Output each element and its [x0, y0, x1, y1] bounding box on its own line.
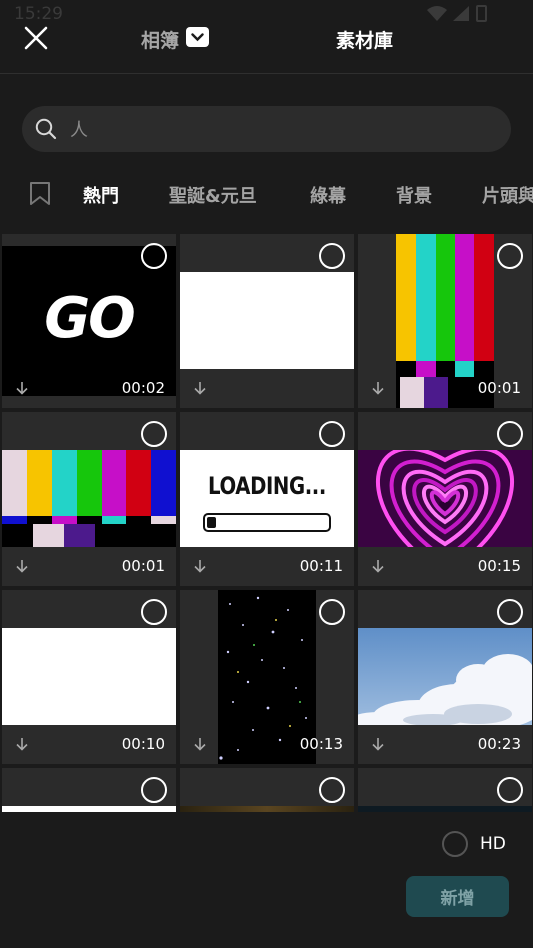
duration-label: 00:01 — [121, 557, 165, 575]
select-checkbox[interactable] — [141, 777, 167, 803]
thumbnail — [358, 450, 532, 547]
media-tile[interactable]: GO 00:02 — [2, 234, 176, 408]
bookmark-icon[interactable] — [29, 181, 51, 206]
loading-bar — [203, 513, 331, 532]
close-icon[interactable] — [22, 24, 50, 52]
thumbnail — [2, 450, 176, 547]
select-checkbox[interactable] — [141, 599, 167, 625]
media-tile[interactable] — [358, 768, 532, 812]
download-icon[interactable] — [193, 737, 207, 751]
top-bar: 相簿 素材庫 — [0, 0, 533, 74]
select-checkbox[interactable] — [497, 599, 523, 625]
search-icon — [35, 118, 57, 140]
download-icon[interactable] — [193, 381, 207, 395]
download-icon[interactable] — [371, 559, 385, 573]
hd-radio[interactable] — [442, 831, 468, 857]
hd-label: HD — [480, 834, 506, 854]
library-tab[interactable]: 素材庫 — [336, 26, 393, 53]
media-tile[interactable]: 00:13 — [180, 590, 354, 764]
add-button[interactable]: 新增 — [406, 876, 509, 917]
download-icon[interactable] — [15, 381, 29, 395]
media-grid: GO 00:02 00:01 00:01 LOADING... 00:11 00… — [0, 234, 533, 812]
download-icon[interactable] — [15, 737, 29, 751]
download-icon[interactable] — [371, 381, 385, 395]
thumbnail-text: GO — [44, 286, 136, 351]
category-tabs: 熱門 聖誕&元旦 綠幕 背景 片頭與 — [0, 176, 533, 212]
duration-label: 00:15 — [477, 557, 521, 575]
thumbnail-text: LOADING... — [208, 472, 326, 500]
media-tile[interactable]: 00:23 — [358, 590, 532, 764]
select-checkbox[interactable] — [497, 777, 523, 803]
thumbnail — [2, 628, 176, 725]
select-checkbox[interactable] — [497, 243, 523, 269]
select-checkbox[interactable] — [497, 421, 523, 447]
duration-label: 00:11 — [299, 557, 343, 575]
category-tab-green-screen[interactable]: 綠幕 — [310, 182, 346, 208]
media-tile[interactable]: 00:10 — [2, 590, 176, 764]
duration-label: 00:02 — [121, 379, 165, 397]
thumbnail — [180, 272, 354, 369]
media-tile[interactable] — [180, 234, 354, 408]
media-tile[interactable] — [180, 768, 354, 812]
select-checkbox[interactable] — [319, 599, 345, 625]
media-tile[interactable]: 00:01 — [2, 412, 176, 586]
select-checkbox[interactable] — [319, 777, 345, 803]
select-checkbox[interactable] — [319, 243, 345, 269]
search-input[interactable] — [68, 114, 492, 146]
download-icon[interactable] — [193, 559, 207, 573]
media-tile[interactable] — [2, 768, 176, 812]
duration-label: 00:10 — [121, 735, 165, 753]
select-checkbox[interactable] — [141, 243, 167, 269]
thumbnail — [2, 806, 176, 812]
duration-label: 00:01 — [477, 379, 521, 397]
category-tab-intro[interactable]: 片頭與 — [482, 182, 533, 208]
select-checkbox[interactable] — [319, 421, 345, 447]
duration-label: 00:23 — [477, 735, 521, 753]
select-checkbox[interactable] — [141, 421, 167, 447]
search-bar[interactable] — [22, 106, 511, 152]
media-tile[interactable]: 00:01 — [358, 234, 532, 408]
album-dropdown-icon[interactable] — [186, 27, 209, 47]
duration-label: 00:13 — [299, 735, 343, 753]
thumbnail — [358, 628, 532, 725]
media-tile[interactable]: LOADING... 00:11 — [180, 412, 354, 586]
category-tab-background[interactable]: 背景 — [396, 182, 432, 208]
thumbnail — [180, 806, 354, 812]
download-icon[interactable] — [15, 559, 29, 573]
category-tab-christmas[interactable]: 聖誕&元旦 — [169, 182, 257, 208]
media-tile[interactable]: 00:15 — [358, 412, 532, 586]
category-tab-hot[interactable]: 熱門 — [83, 182, 119, 208]
album-tab[interactable]: 相簿 — [141, 26, 179, 53]
thumbnail — [358, 806, 532, 812]
download-icon[interactable] — [371, 737, 385, 751]
